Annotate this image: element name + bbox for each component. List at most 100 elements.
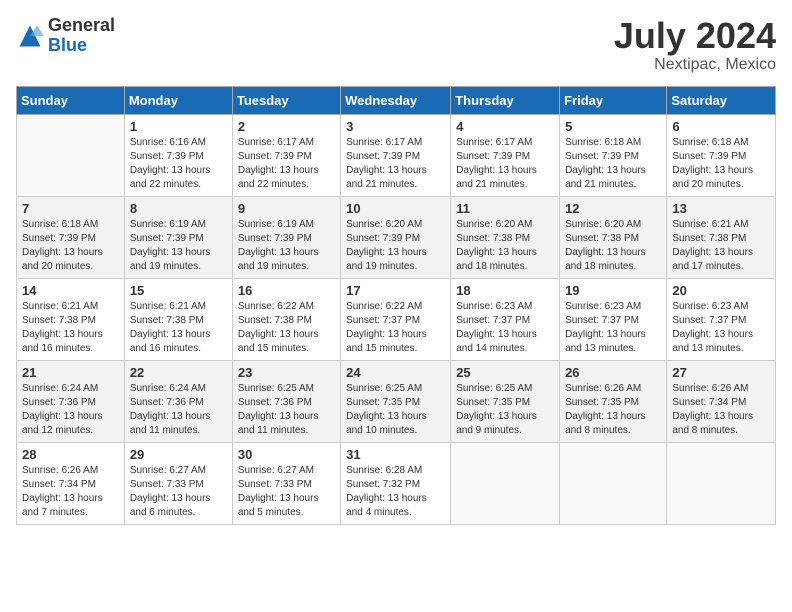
calendar-cell: 9 Sunrise: 6:19 AMSunset: 7:39 PMDaylight…	[232, 196, 340, 278]
day-number: 7	[22, 201, 119, 216]
day-number: 2	[238, 119, 335, 134]
header: General Blue July 2024 Nextipac, Mexico	[16, 16, 776, 74]
calendar-cell: 2 Sunrise: 6:17 AMSunset: 7:39 PMDaylight…	[232, 114, 340, 196]
day-info: Sunrise: 6:17 AMSunset: 7:39 PMDaylight:…	[456, 136, 554, 192]
day-header-monday: Monday	[124, 86, 232, 114]
calendar-cell: 27Sunrise: 6:26 AMSunset: 7:34 PMDayligh…	[667, 360, 776, 442]
day-header-wednesday: Wednesday	[341, 86, 451, 114]
day-info: Sunrise: 6:18 AMSunset: 7:39 PMDaylight:…	[672, 136, 770, 192]
day-number: 24	[346, 365, 445, 380]
logo: General Blue	[16, 16, 115, 56]
day-number: 5	[565, 119, 661, 134]
location-title: Nextipac, Mexico	[614, 56, 776, 74]
logo-icon	[16, 22, 44, 50]
calendar-cell: 24 Sunrise: 6:25 AMSunset: 7:35 PMDayligh…	[341, 360, 451, 442]
day-info: Sunrise: 6:20 AMSunset: 7:39 PMDaylight:…	[346, 218, 445, 274]
calendar-header-row: SundayMondayTuesdayWednesdayThursdayFrid…	[17, 86, 776, 114]
day-number: 26	[565, 365, 661, 380]
calendar-cell: 18Sunrise: 6:23 AMSunset: 7:37 PMDayligh…	[451, 278, 560, 360]
day-info: Sunrise: 6:20 AMSunset: 7:38 PMDaylight:…	[456, 218, 554, 274]
day-info: Sunrise: 6:23 AMSunset: 7:37 PMDaylight:…	[565, 300, 661, 356]
calendar-cell: 29 Sunrise: 6:27 AMSunset: 7:33 PMDayligh…	[124, 442, 232, 524]
calendar-cell	[17, 114, 125, 196]
calendar-cell: 26 Sunrise: 6:26 AMSunset: 7:35 PMDayligh…	[560, 360, 667, 442]
calendar-cell: 31 Sunrise: 6:28 AMSunset: 7:32 PMDayligh…	[341, 442, 451, 524]
day-number: 25	[456, 365, 554, 380]
day-info: Sunrise: 6:26 AMSunset: 7:34 PMDaylight:…	[22, 464, 119, 520]
calendar-cell: 8 Sunrise: 6:19 AMSunset: 7:39 PMDaylight…	[124, 196, 232, 278]
day-info: Sunrise: 6:18 AMSunset: 7:39 PMDaylight:…	[565, 136, 661, 192]
day-number: 15	[130, 283, 227, 298]
day-info: Sunrise: 6:22 AMSunset: 7:38 PMDaylight:…	[238, 300, 335, 356]
calendar-cell: 20Sunrise: 6:23 AMSunset: 7:37 PMDayligh…	[667, 278, 776, 360]
day-info: Sunrise: 6:25 AMSunset: 7:35 PMDaylight:…	[346, 382, 445, 438]
calendar-cell: 21 Sunrise: 6:24 AMSunset: 7:36 PMDayligh…	[17, 360, 125, 442]
calendar-cell	[451, 442, 560, 524]
day-info: Sunrise: 6:21 AMSunset: 7:38 PMDaylight:…	[130, 300, 227, 356]
calendar-cell: 12 Sunrise: 6:20 AMSunset: 7:38 PMDayligh…	[560, 196, 667, 278]
day-info: Sunrise: 6:25 AMSunset: 7:36 PMDaylight:…	[238, 382, 335, 438]
day-number: 22	[130, 365, 227, 380]
day-number: 21	[22, 365, 119, 380]
day-info: Sunrise: 6:16 AMSunset: 7:39 PMDaylight:…	[130, 136, 227, 192]
day-number: 6	[672, 119, 770, 134]
calendar-week-row: 14Sunrise: 6:21 AMSunset: 7:38 PMDayligh…	[17, 278, 776, 360]
day-info: Sunrise: 6:27 AMSunset: 7:33 PMDaylight:…	[130, 464, 227, 520]
day-number: 27	[672, 365, 770, 380]
calendar-cell	[560, 442, 667, 524]
day-number: 30	[238, 447, 335, 462]
day-info: Sunrise: 6:23 AMSunset: 7:37 PMDaylight:…	[672, 300, 770, 356]
day-header-thursday: Thursday	[451, 86, 560, 114]
day-info: Sunrise: 6:17 AMSunset: 7:39 PMDaylight:…	[346, 136, 445, 192]
day-number: 9	[238, 201, 335, 216]
day-number: 17	[346, 283, 445, 298]
day-number: 1	[130, 119, 227, 134]
day-number: 31	[346, 447, 445, 462]
day-info: Sunrise: 6:18 AMSunset: 7:39 PMDaylight:…	[22, 218, 119, 274]
calendar-cell: 19 Sunrise: 6:23 AMSunset: 7:37 PMDayligh…	[560, 278, 667, 360]
day-info: Sunrise: 6:24 AMSunset: 7:36 PMDaylight:…	[22, 382, 119, 438]
day-number: 8	[130, 201, 227, 216]
day-number: 28	[22, 447, 119, 462]
day-number: 23	[238, 365, 335, 380]
calendar-cell: 17 Sunrise: 6:22 AMSunset: 7:37 PMDayligh…	[341, 278, 451, 360]
day-number: 19	[565, 283, 661, 298]
day-header-sunday: Sunday	[17, 86, 125, 114]
day-header-friday: Friday	[560, 86, 667, 114]
title-area: July 2024 Nextipac, Mexico	[614, 16, 776, 74]
day-info: Sunrise: 6:17 AMSunset: 7:39 PMDaylight:…	[238, 136, 335, 192]
day-number: 10	[346, 201, 445, 216]
day-info: Sunrise: 6:24 AMSunset: 7:36 PMDaylight:…	[130, 382, 227, 438]
logo-text: General Blue	[48, 16, 115, 56]
day-info: Sunrise: 6:22 AMSunset: 7:37 PMDaylight:…	[346, 300, 445, 356]
day-number: 4	[456, 119, 554, 134]
day-info: Sunrise: 6:19 AMSunset: 7:39 PMDaylight:…	[238, 218, 335, 274]
day-info: Sunrise: 6:21 AMSunset: 7:38 PMDaylight:…	[672, 218, 770, 274]
calendar-cell: 1 Sunrise: 6:16 AMSunset: 7:39 PMDaylight…	[124, 114, 232, 196]
day-info: Sunrise: 6:28 AMSunset: 7:32 PMDaylight:…	[346, 464, 445, 520]
calendar-cell: 16Sunrise: 6:22 AMSunset: 7:38 PMDayligh…	[232, 278, 340, 360]
day-info: Sunrise: 6:20 AMSunset: 7:38 PMDaylight:…	[565, 218, 661, 274]
day-info: Sunrise: 6:19 AMSunset: 7:39 PMDaylight:…	[130, 218, 227, 274]
day-info: Sunrise: 6:27 AMSunset: 7:33 PMDaylight:…	[238, 464, 335, 520]
calendar-cell: 30 Sunrise: 6:27 AMSunset: 7:33 PMDayligh…	[232, 442, 340, 524]
calendar-cell	[667, 442, 776, 524]
day-info: Sunrise: 6:25 AMSunset: 7:35 PMDaylight:…	[456, 382, 554, 438]
day-number: 13	[672, 201, 770, 216]
calendar-cell: 25 Sunrise: 6:25 AMSunset: 7:35 PMDayligh…	[451, 360, 560, 442]
calendar-week-row: 7 Sunrise: 6:18 AMSunset: 7:39 PMDaylight…	[17, 196, 776, 278]
calendar-table: SundayMondayTuesdayWednesdayThursdayFrid…	[16, 86, 776, 525]
calendar-cell: 4 Sunrise: 6:17 AMSunset: 7:39 PMDaylight…	[451, 114, 560, 196]
day-number: 3	[346, 119, 445, 134]
calendar-cell: 5 Sunrise: 6:18 AMSunset: 7:39 PMDaylight…	[560, 114, 667, 196]
day-info: Sunrise: 6:26 AMSunset: 7:35 PMDaylight:…	[565, 382, 661, 438]
calendar-cell: 6 Sunrise: 6:18 AMSunset: 7:39 PMDaylight…	[667, 114, 776, 196]
calendar-cell: 28 Sunrise: 6:26 AMSunset: 7:34 PMDayligh…	[17, 442, 125, 524]
day-number: 29	[130, 447, 227, 462]
day-number: 18	[456, 283, 554, 298]
day-info: Sunrise: 6:21 AMSunset: 7:38 PMDaylight:…	[22, 300, 119, 356]
day-number: 12	[565, 201, 661, 216]
calendar-cell: 10 Sunrise: 6:20 AMSunset: 7:39 PMDayligh…	[341, 196, 451, 278]
calendar-cell: 11Sunrise: 6:20 AMSunset: 7:38 PMDayligh…	[451, 196, 560, 278]
month-title: July 2024	[614, 16, 776, 56]
